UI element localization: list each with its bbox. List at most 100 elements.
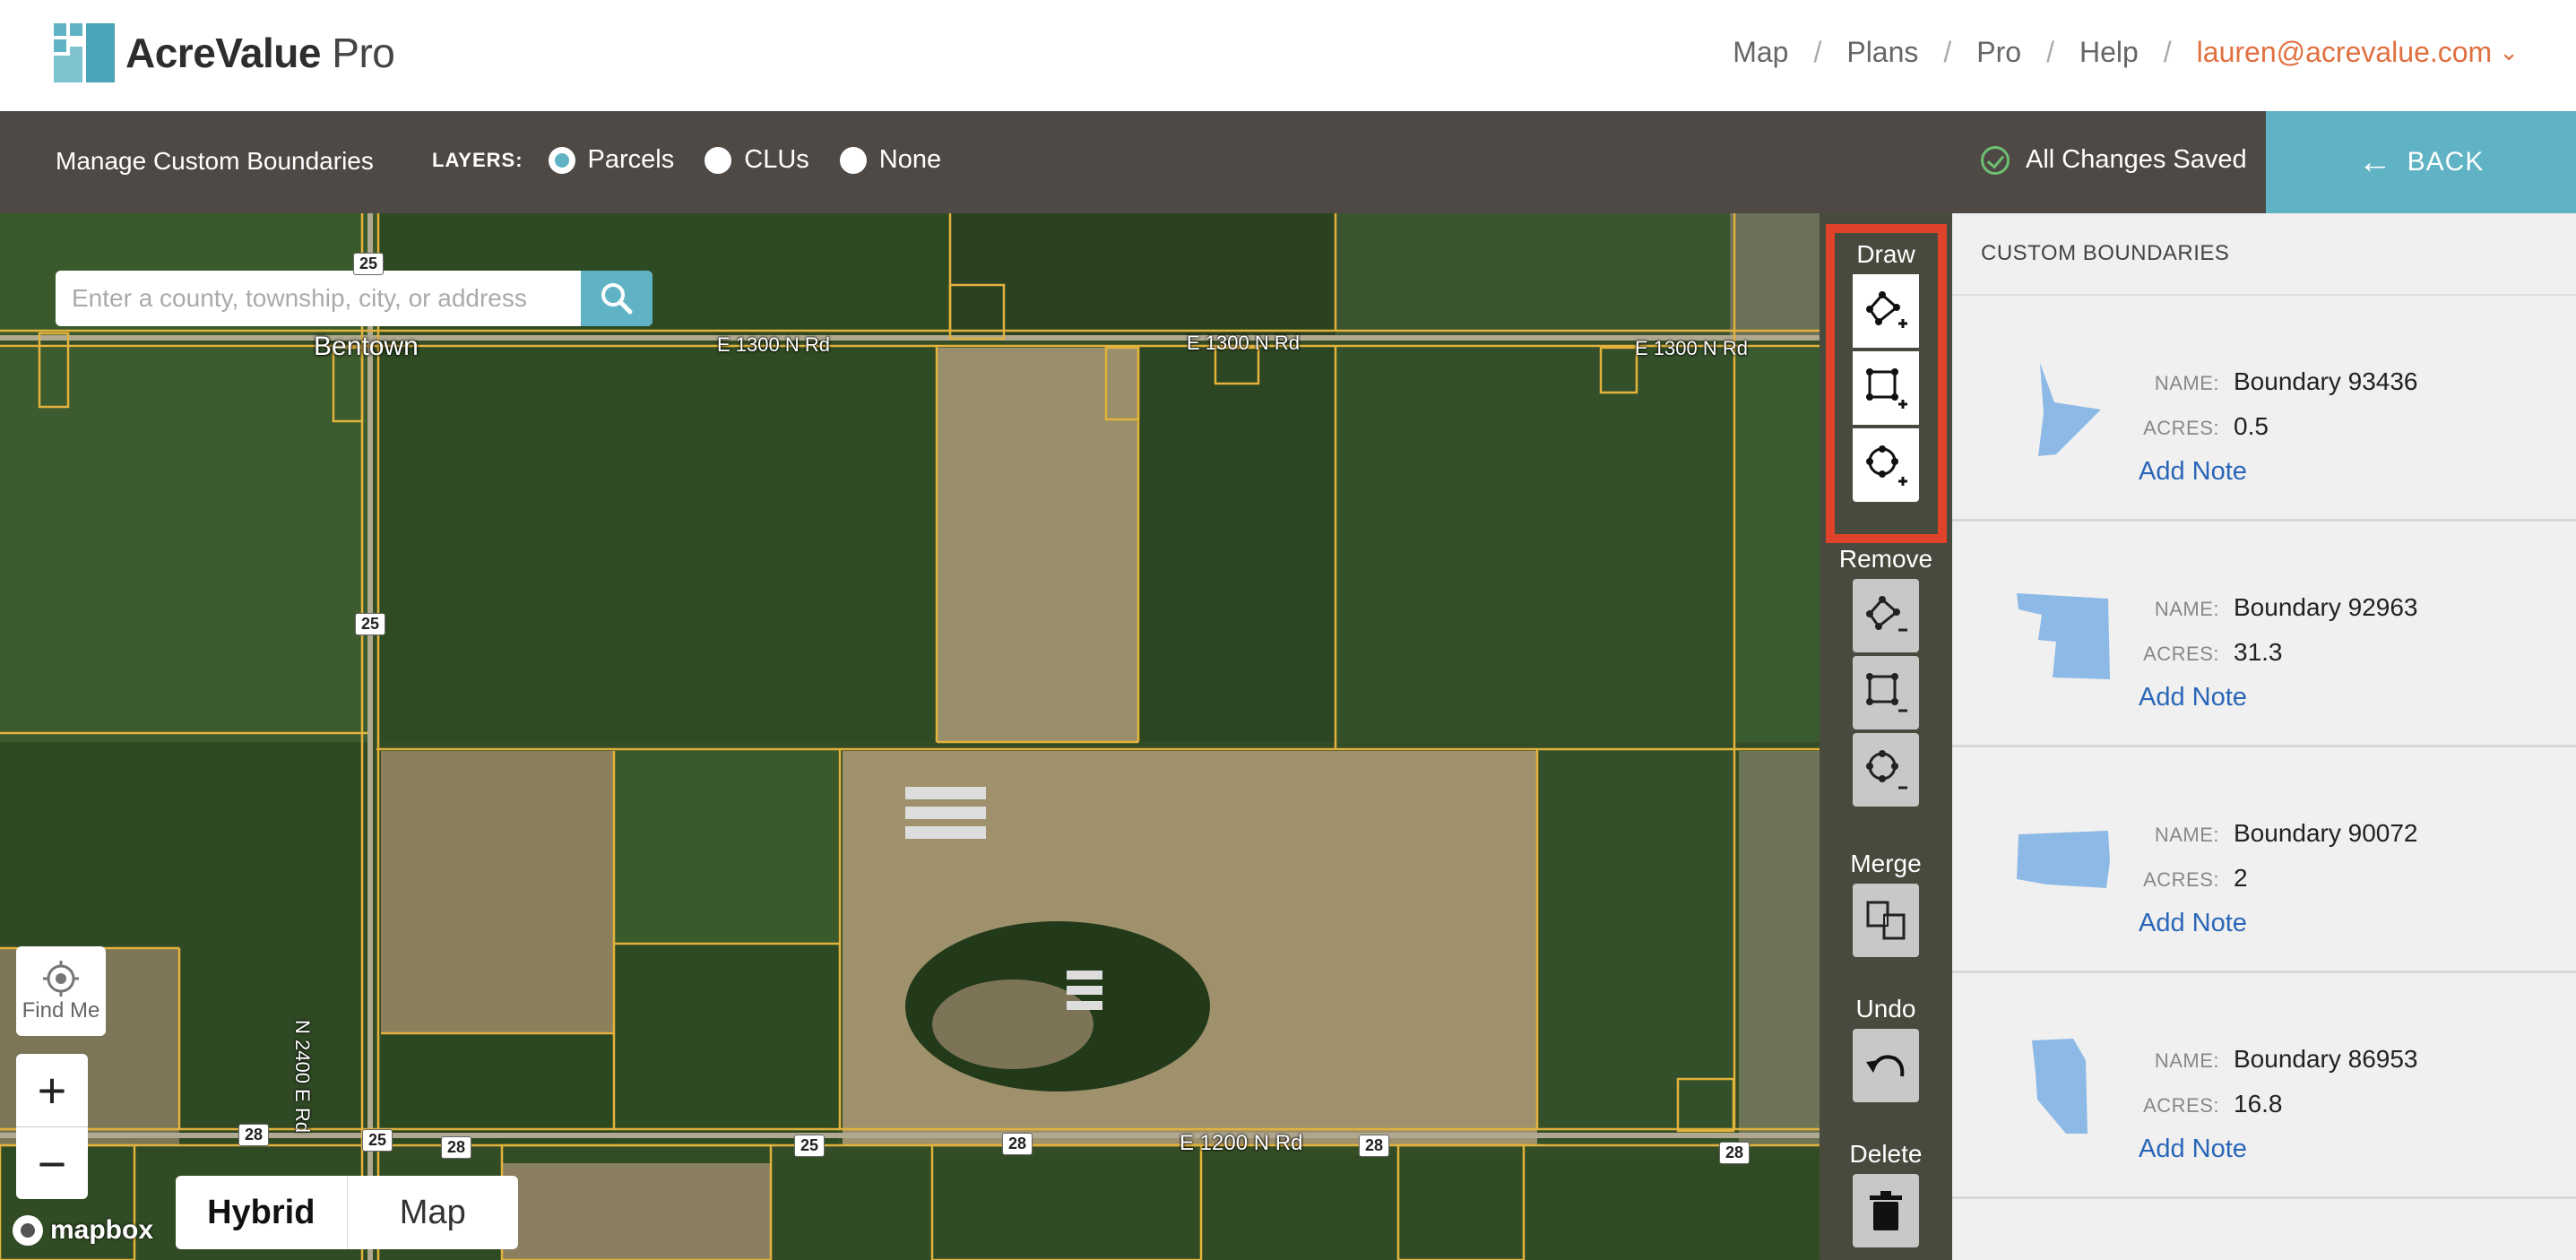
acres-label: ACRES: xyxy=(2143,868,2219,891)
layer-radio-none[interactable]: None xyxy=(839,145,941,175)
boundary-acres-row: ACRES: 0.5 xyxy=(2142,412,2269,441)
find-me-label: Find Me xyxy=(22,998,100,1023)
route-shield: 28 xyxy=(1359,1135,1390,1157)
top-navigation: Map / Plans / Pro / Help / lauren@acreva… xyxy=(1733,36,2519,69)
boundary-acres: 2 xyxy=(2234,864,2248,892)
save-status: All Changes Saved xyxy=(1981,145,2247,175)
boundary-acres: 31.3 xyxy=(2234,638,2283,666)
boundary-name: Boundary 92963 xyxy=(2234,593,2418,621)
name-label: NAME: xyxy=(2154,372,2219,394)
back-button-label: BACK xyxy=(2407,147,2485,177)
check-circle-icon xyxy=(1981,145,2010,175)
save-status-text: All Changes Saved xyxy=(2026,145,2247,174)
zoom-out-button[interactable]: − xyxy=(16,1126,88,1199)
add-note-link[interactable]: Add Note xyxy=(2139,457,2247,487)
radio-selected-icon[interactable] xyxy=(548,146,575,174)
arrow-left-icon: ← xyxy=(2357,142,2393,181)
delete-label: Delete xyxy=(1849,1140,1923,1168)
nav-separator: / xyxy=(1943,36,1952,68)
acres-label: ACRES: xyxy=(2143,643,2219,665)
nav-separator: / xyxy=(2046,36,2054,68)
route-shield: 25 xyxy=(362,1129,393,1152)
boundary-name-row: NAME: Boundary 90072 xyxy=(2142,819,2418,848)
undo-icon xyxy=(1866,1055,1905,1077)
basemap-hybrid-button[interactable]: Hybrid xyxy=(176,1176,348,1249)
boundary-card[interactable]: NAME: Boundary 86953 ACRES: 16.8 Add Not… xyxy=(1952,973,2576,1199)
road-label: E 1200 N Rd xyxy=(1180,1131,1303,1155)
layer-radio-clus[interactable]: CLUs xyxy=(705,145,809,175)
add-note-link[interactable]: Add Note xyxy=(2139,1135,2247,1164)
undo-button[interactable] xyxy=(1853,1029,1919,1102)
acres-label: ACRES: xyxy=(2143,417,2219,439)
layer-label-clus: CLUs xyxy=(744,145,809,174)
boundary-toolbar: Manage Custom Boundaries LAYERS: Parcels… xyxy=(0,111,2576,213)
find-me-button[interactable]: Find Me xyxy=(16,946,106,1036)
mapbox-logo-icon xyxy=(13,1215,43,1246)
draw-tools-highlight xyxy=(1826,224,1947,543)
remove-polygon-icon xyxy=(1866,596,1907,632)
mapbox-attribution[interactable]: mapbox xyxy=(13,1215,153,1246)
nav-separator: / xyxy=(1813,36,1822,68)
zoom-control: + − xyxy=(16,1054,88,1199)
boundary-name: Boundary 90072 xyxy=(2234,819,2418,847)
remove-rectangle-button[interactable] xyxy=(1853,656,1919,729)
remove-label: Remove xyxy=(1838,545,1933,573)
zoom-in-button[interactable]: + xyxy=(16,1054,88,1126)
boundary-card[interactable]: NAME: Boundary 90072 ACRES: 2 Add Note xyxy=(1952,747,2576,973)
boundary-acres-row: ACRES: 2 xyxy=(2142,864,2248,893)
merge-label: Merge xyxy=(1850,850,1922,877)
boundary-card[interactable]: NAME: Boundary 93436 ACRES: 0.5 Add Note xyxy=(1952,296,2576,522)
back-button[interactable]: ← BACK xyxy=(2266,111,2576,213)
boundary-shape-thumbnail xyxy=(2006,747,2122,973)
merge-button[interactable] xyxy=(1853,884,1919,957)
boundary-acres: 0.5 xyxy=(2234,412,2269,440)
remove-rectangle-icon xyxy=(1866,673,1907,712)
route-shield: 25 xyxy=(355,613,386,635)
delete-button[interactable] xyxy=(1853,1174,1919,1247)
route-shield: 25 xyxy=(353,253,385,275)
nav-map[interactable]: Map xyxy=(1733,36,1788,69)
layer-radio-parcels[interactable]: Parcels xyxy=(548,145,675,175)
satellite-map[interactable]: Bentown E 1300 N Rd E 1300 N Rd E 1300 N… xyxy=(0,213,1952,1260)
road-label: E 1300 N Rd xyxy=(1187,332,1300,354)
search-icon xyxy=(601,283,633,315)
remove-circle-button[interactable] xyxy=(1853,733,1919,807)
route-shield: 28 xyxy=(1002,1133,1033,1155)
add-note-link[interactable]: Add Note xyxy=(2139,683,2247,712)
remove-tool-group: Remove xyxy=(1820,545,1952,807)
nav-plans[interactable]: Plans xyxy=(1846,36,1918,69)
merge-icon xyxy=(1866,901,1906,940)
layer-label-parcels: Parcels xyxy=(587,145,675,174)
nav-help[interactable]: Help xyxy=(2079,36,2139,69)
boundary-shape-thumbnail xyxy=(2006,522,2122,747)
remove-polygon-button[interactable] xyxy=(1853,579,1919,652)
search-button[interactable] xyxy=(581,271,653,326)
nav-separator: / xyxy=(2163,36,2172,68)
boundary-card[interactable]: NAME: Boundary 92963 ACRES: 31.3 Add Not… xyxy=(1952,522,2576,747)
boundary-name-row: NAME: Boundary 86953 xyxy=(2142,1045,2418,1074)
boundary-shape-thumbnail xyxy=(2006,973,2122,1199)
toolbar-title: Manage Custom Boundaries xyxy=(56,147,374,175)
remove-circle-icon xyxy=(1866,750,1907,790)
route-shield: 25 xyxy=(794,1135,826,1157)
user-menu[interactable]: lauren@acrevalue.com ⌄ xyxy=(2197,36,2519,69)
merge-tool-group: Merge xyxy=(1820,850,1952,957)
boundary-acres: 16.8 xyxy=(2234,1090,2283,1118)
nav-pro[interactable]: Pro xyxy=(1976,36,2021,69)
boundary-name-row: NAME: Boundary 93436 xyxy=(2142,367,2418,396)
logo-suffix: Pro xyxy=(332,30,395,76)
layers-selector: LAYERS: Parcels CLUs None xyxy=(432,145,972,175)
road-label: N 2400 E Rd xyxy=(291,1020,314,1133)
boundary-name-row: NAME: Boundary 92963 xyxy=(2142,593,2418,622)
add-note-link[interactable]: Add Note xyxy=(2139,909,2247,938)
acrevalue-logo[interactable]: AcreValue Pro xyxy=(54,23,395,82)
panel-title: CUSTOM BOUNDARIES xyxy=(1952,213,2576,296)
boundary-name: Boundary 93436 xyxy=(2234,367,2418,395)
basemap-map-button[interactable]: Map xyxy=(348,1176,519,1249)
radio-icon[interactable] xyxy=(839,146,867,174)
top-header: AcreValue Pro Map / Plans / Pro / Help /… xyxy=(0,0,2576,111)
route-shield: 28 xyxy=(441,1136,472,1159)
location-search-input[interactable] xyxy=(56,271,581,326)
basemap-toggle: Hybrid Map xyxy=(176,1176,518,1249)
radio-icon[interactable] xyxy=(705,146,732,174)
